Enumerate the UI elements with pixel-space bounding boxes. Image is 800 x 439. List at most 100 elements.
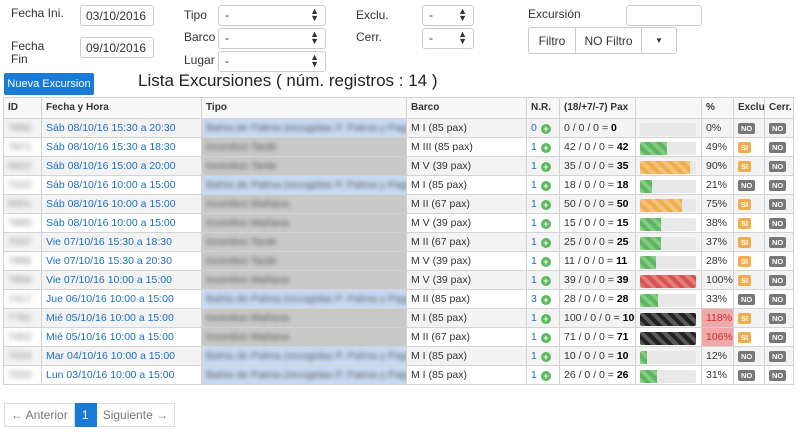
nr-value[interactable]: 1 — [531, 369, 537, 381]
cell-nr: 1 + — [526, 327, 560, 347]
nr-value[interactable]: 1 — [531, 255, 537, 267]
table-row[interactable]: 7859 Vie 07/10/16 10:00 a 15:00 Incentivo … — [3, 270, 794, 290]
cerr-badge: NO — [769, 218, 787, 229]
nr-value[interactable]: 3 — [531, 293, 537, 305]
nr-value[interactable]: 1 — [531, 179, 537, 191]
cell-date-link[interactable]: Vie 07/10/16 10:00 a 15:00 — [41, 270, 202, 290]
nr-value[interactable]: 1 — [531, 312, 537, 324]
nr-value[interactable]: 1 — [531, 274, 537, 286]
nr-value[interactable]: 1 — [531, 141, 537, 153]
cell-date-link[interactable]: Sáb 08/10/16 15:30 a 18:30 — [41, 137, 202, 157]
select-caret-icon: ▲ ▼ — [458, 6, 467, 23]
add-reserva-icon[interactable]: + — [540, 352, 551, 362]
add-reserva-icon[interactable]: + — [540, 200, 551, 210]
add-reserva-icon[interactable]: + — [540, 238, 551, 248]
cell-date-link[interactable]: Sáb 08/10/16 10:00 a 15:00 — [41, 175, 202, 195]
barco-select[interactable]: - ▲ ▼ — [218, 28, 326, 49]
add-reserva-icon[interactable]: + — [540, 124, 551, 134]
select-caret-icon: ▲ ▼ — [310, 6, 319, 23]
add-reserva-icon[interactable]: + — [540, 371, 551, 381]
table-row[interactable]: 7020 Lun 03/10/16 10:00 a 15:00 Bahía de P… — [3, 365, 794, 385]
cell-date-link[interactable]: Sáb 08/10/16 15:30 a 20:30 — [41, 118, 202, 138]
nr-value[interactable]: 1 — [531, 350, 537, 362]
add-reserva-icon[interactable]: + — [540, 276, 551, 286]
fecha-ini-input[interactable]: 03/10/2016 — [80, 5, 154, 26]
cell-date-link[interactable]: Vie 07/10/16 15:30 a 18:30 — [41, 232, 202, 252]
col-exclu[interactable]: Exclu. — [733, 97, 765, 119]
nr-value[interactable]: 1 — [531, 331, 537, 343]
cell-date-link[interactable]: Mié 05/10/16 10:00 a 15:00 — [41, 327, 202, 347]
table-row[interactable]: 7417 Jue 06/10/16 10:00 a 15:00 Bahía de P… — [3, 289, 794, 309]
cell-date-link[interactable]: Jue 06/10/16 10:00 a 15:00 — [41, 289, 202, 309]
table-row[interactable]: 7452 Mié 05/10/16 10:00 a 15:00 Incentivo … — [3, 327, 794, 347]
cerr-select[interactable]: - ▲ ▼ — [422, 28, 474, 49]
occupancy-bar-fill — [640, 293, 659, 307]
col-pct[interactable]: % — [701, 97, 734, 119]
table-row[interactable]: 7781 Mié 05/10/16 10:00 a 15:00 Incentivo … — [3, 308, 794, 328]
add-reserva-icon[interactable]: + — [540, 162, 551, 172]
col-barco[interactable]: Barco — [406, 97, 527, 119]
table-row[interactable]: 7895 Sáb 08/10/16 15:30 a 20:30 Bahía de P… — [3, 118, 794, 138]
cell-cerr: NO — [764, 289, 794, 309]
cell-date-link[interactable]: Mié 05/10/16 10:00 a 15:00 — [41, 308, 202, 328]
add-reserva-icon[interactable]: + — [540, 257, 551, 267]
add-reserva-icon[interactable]: + — [540, 295, 551, 305]
tipo-select[interactable]: - ▲ ▼ — [218, 5, 326, 26]
cell-exclu: SI — [733, 308, 765, 328]
cell-date-link[interactable]: Mar 04/10/16 10:00 a 15:00 — [41, 346, 202, 366]
col-nr[interactable]: N.R. — [526, 97, 560, 119]
cell-date-link[interactable]: Sáb 08/10/16 10:00 a 15:00 — [41, 213, 202, 233]
nr-value[interactable]: 1 — [531, 236, 537, 248]
cell-date-link[interactable]: Vie 07/10/16 15:30 a 20:30 — [41, 251, 202, 271]
add-reserva-icon[interactable]: + — [540, 181, 551, 191]
nr-value[interactable]: 1 — [531, 198, 537, 210]
table-row[interactable]: 7871 Sáb 08/10/16 15:30 a 18:30 Incentivo … — [3, 137, 794, 157]
add-reserva-icon[interactable]: + — [540, 333, 551, 343]
cell-cerr: NO — [764, 213, 794, 233]
col-id[interactable]: ID — [3, 97, 42, 119]
col-pax[interactable]: (18/+7/-7) Pax — [559, 97, 636, 119]
nr-value[interactable]: 1 — [531, 160, 537, 172]
cell-id: 7888 — [3, 251, 42, 271]
table-row[interactable]: 7888 Vie 07/10/16 15:30 a 20:30 Incentivo … — [3, 251, 794, 271]
cell-cerr: NO — [764, 137, 794, 157]
exclu-select[interactable]: - ▲ ▼ — [422, 5, 474, 26]
pager-current-page[interactable]: 1 — [74, 403, 97, 427]
lugar-select[interactable]: - ▲ ▼ — [218, 51, 326, 72]
pager-prev[interactable]: ← Anterior — [4, 403, 75, 427]
cell-exclu: NO — [733, 118, 765, 138]
add-reserva-icon[interactable]: + — [540, 143, 551, 153]
cell-occupancy-bar — [635, 213, 702, 233]
cell-date-link[interactable]: Lun 03/10/16 10:00 a 15:00 — [41, 365, 202, 385]
pax-total: 42 — [616, 141, 629, 153]
table-row[interactable]: 8001 Sáb 08/10/16 10:00 a 15:00 Incentivo … — [3, 194, 794, 214]
excursion-input[interactable] — [626, 5, 702, 26]
nr-value[interactable]: 0 — [531, 122, 537, 134]
table-row[interactable]: 7222 Sáb 08/10/16 10:00 a 15:00 Bahía de P… — [3, 175, 794, 195]
col-cerr[interactable]: Cerr. — [764, 97, 794, 119]
nr-value[interactable]: 1 — [531, 217, 537, 229]
cell-date-link[interactable]: Sáb 08/10/16 15:00 a 20:00 — [41, 156, 202, 176]
table-row[interactable]: 7037 Vie 07/10/16 15:30 a 18:30 Incentivo … — [3, 232, 794, 252]
table-row[interactable]: 8822 Sáb 08/10/16 15:00 a 20:00 Incentivo … — [3, 156, 794, 176]
table-row[interactable]: 7885 Sáb 08/10/16 10:00 a 15:00 Incentivo … — [3, 213, 794, 233]
filter-dropdown-toggle[interactable]: ▼ — [642, 27, 677, 54]
cell-date-link[interactable]: Sáb 08/10/16 10:00 a 15:00 — [41, 194, 202, 214]
add-reserva-icon[interactable]: + — [540, 314, 551, 324]
cell-cerr: NO — [764, 194, 794, 214]
col-fecha[interactable]: Fecha y Hora — [41, 97, 202, 119]
pax-total: 50 — [616, 198, 629, 210]
table-row[interactable]: 7024 Mar 04/10/16 10:00 a 15:00 Bahía de P… — [3, 346, 794, 366]
no-filtro-button[interactable]: NO Filtro — [576, 27, 642, 54]
cell-occupancy-bar — [635, 327, 702, 347]
fecha-fin-input[interactable]: 09/10/2016 — [80, 37, 154, 58]
new-excursion-button[interactable]: Nueva Excursion — [4, 73, 94, 95]
filtro-button[interactable]: Filtro — [528, 27, 576, 54]
cell-occupancy-bar — [635, 365, 702, 385]
cell-occupancy-bar — [635, 137, 702, 157]
add-reserva-icon[interactable]: + — [540, 219, 551, 229]
col-tipo[interactable]: Tipo — [201, 97, 407, 119]
cell-pct: 49% — [701, 137, 734, 157]
occupancy-bar — [640, 217, 696, 231]
pager-next[interactable]: Siguiente → — [96, 403, 176, 427]
